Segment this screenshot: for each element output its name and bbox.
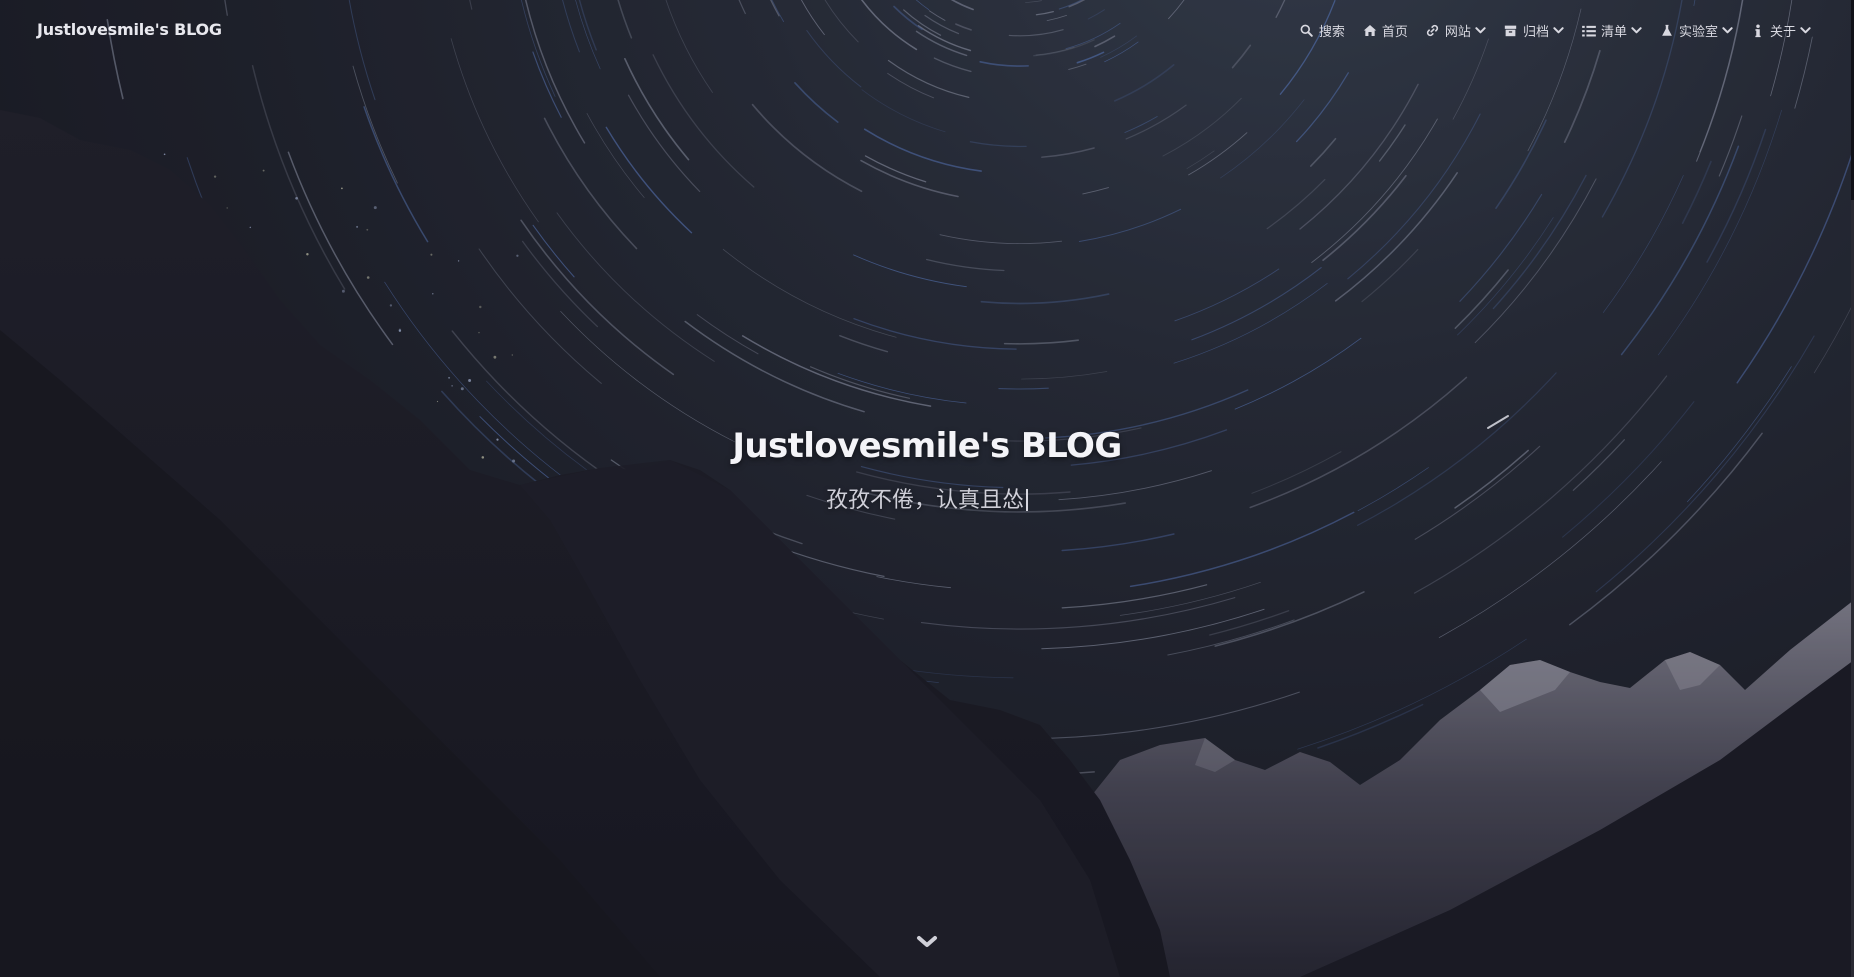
- search-icon: [1300, 24, 1314, 38]
- chevron-down-icon: [1475, 25, 1486, 36]
- nav-item-list[interactable]: 清单: [1582, 21, 1642, 40]
- chevron-down-icon: [1553, 25, 1564, 36]
- nav-item-label: 关于: [1769, 25, 1796, 40]
- nav-item-about[interactable]: 关于: [1751, 21, 1811, 40]
- site-subtitle: 孜孜不倦，认真且怂: [0, 482, 1854, 514]
- site-brand[interactable]: Justlovesmile's BLOG: [37, 20, 222, 39]
- nav-menu: 搜索 首页 网站 归档 清单 实验室 关于: [1300, 21, 1811, 40]
- flask-icon: [1660, 24, 1674, 38]
- hero-section: Justlovesmile's BLOG 搜索 首页 网站 归档 清单 实验室 …: [0, 0, 1854, 977]
- chevron-down-icon: [1722, 25, 1733, 36]
- archive-icon: [1504, 24, 1518, 38]
- chevron-down-icon: [1800, 25, 1811, 36]
- site-title: Justlovesmile's BLOG: [732, 426, 1122, 466]
- nav-item-label: 清单: [1600, 25, 1627, 40]
- nav-item-label: 实验室: [1678, 25, 1718, 40]
- top-navbar: Justlovesmile's BLOG 搜索 首页 网站 归档 清单 实验室 …: [0, 0, 1854, 62]
- nav-item-websites[interactable]: 网站: [1426, 21, 1486, 40]
- nav-item-label: 搜索: [1318, 25, 1345, 40]
- nav-item-search[interactable]: 搜索: [1300, 21, 1345, 40]
- nav-item-home[interactable]: 首页: [1363, 21, 1408, 40]
- nav-item-archive[interactable]: 归档: [1504, 21, 1564, 40]
- scroll-down-button[interactable]: [914, 932, 940, 952]
- subtitle-text: 孜孜不倦，认真且怂: [825, 488, 1024, 513]
- nav-item-label: 首页: [1381, 25, 1408, 40]
- typing-cursor: [1026, 489, 1028, 511]
- home-icon: [1363, 24, 1377, 38]
- list-icon: [1582, 24, 1596, 38]
- link-icon: [1426, 24, 1440, 38]
- nav-item-label: 网站: [1444, 25, 1471, 40]
- nav-item-lab[interactable]: 实验室: [1660, 21, 1733, 40]
- info-icon: [1751, 23, 1765, 38]
- nav-item-label: 归档: [1522, 25, 1549, 40]
- chevron-down-icon: [917, 936, 937, 947]
- chevron-down-icon: [1631, 25, 1642, 36]
